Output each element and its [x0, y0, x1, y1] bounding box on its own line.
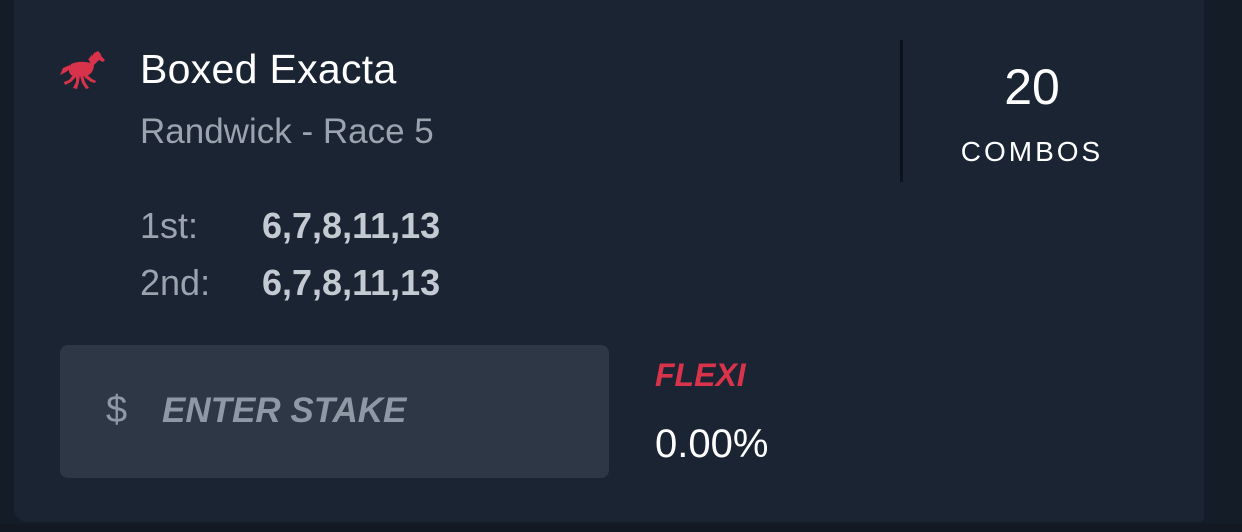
selection-runners: 6,7,8,11,13 — [262, 205, 441, 246]
dollar-icon: $ — [106, 389, 128, 431]
bet-type-title: Boxed Exacta — [140, 46, 397, 92]
bet-slip-page: Boxed Exacta Randwick - Race 5 20 COMBOS… — [0, 0, 1242, 532]
race-venue: Randwick - Race 5 — [140, 112, 434, 151]
stake-input[interactable]: $ ENTER STAKE — [60, 345, 609, 478]
selection-runners: 6,7,8,11,13 — [262, 262, 441, 303]
selection-position-label: 2nd: — [140, 262, 211, 303]
combos-label: COMBOS — [960, 136, 1104, 167]
bet-card: Boxed Exacta Randwick - Race 5 20 COMBOS… — [14, 0, 1204, 522]
card-bottom-border — [0, 524, 1242, 532]
flexi-percentage: 0.00% — [655, 422, 769, 466]
combos-divider — [900, 40, 903, 182]
flexi-label: FLEXI — [655, 357, 746, 393]
selection-position-label: 1st: — [140, 205, 199, 246]
stake-placeholder: ENTER STAKE — [162, 391, 407, 430]
combos-count: 20 — [1004, 59, 1060, 115]
horse-racing-icon — [60, 51, 105, 89]
